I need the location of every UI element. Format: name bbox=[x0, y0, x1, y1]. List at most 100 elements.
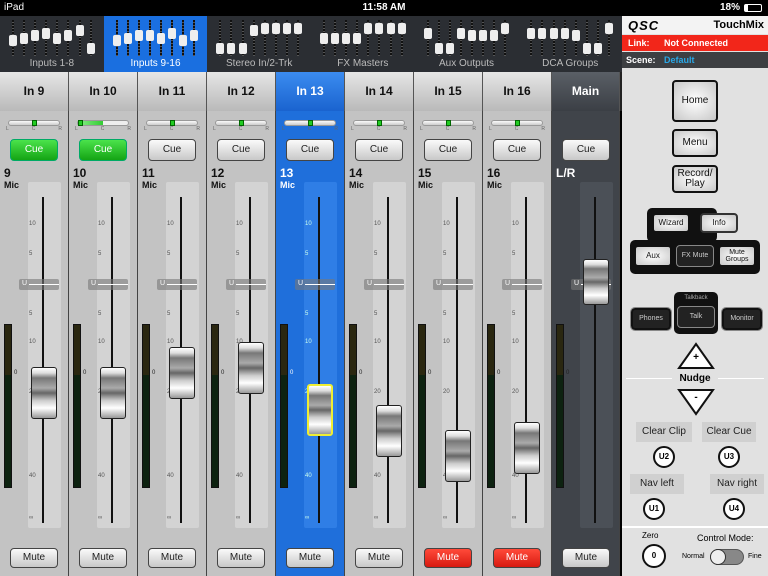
channel-header-in-11[interactable]: In 11 bbox=[138, 72, 207, 111]
scale-label: 40 bbox=[305, 473, 312, 479]
unity-marker: U bbox=[157, 279, 197, 290]
scale-label: 10 bbox=[443, 221, 450, 227]
home-button[interactable]: Home bbox=[672, 80, 718, 122]
fader-cap[interactable] bbox=[445, 430, 471, 482]
channel-number: 16 bbox=[487, 166, 501, 180]
u3-button[interactable]: U3 bbox=[718, 446, 740, 468]
channel-header-in-16[interactable]: In 16 bbox=[483, 72, 552, 111]
channel-number: L/R bbox=[556, 166, 576, 180]
tab-inputs-1-8[interactable]: Inputs 1-8 bbox=[0, 16, 104, 72]
fader-track bbox=[111, 197, 113, 523]
channel-strip: LCRCue11Mic1055102040∞U0Mute bbox=[138, 111, 207, 576]
scale-label: 40 bbox=[512, 473, 519, 479]
talk-button[interactable]: Talk bbox=[677, 306, 715, 328]
channel-strip: LCRCue9Mic1055102040∞U0Mute bbox=[0, 111, 69, 576]
scene-status[interactable]: Scene: Default bbox=[622, 52, 768, 68]
tab-dca-groups[interactable]: DCA Groups bbox=[518, 16, 622, 72]
menu-button[interactable]: Menu bbox=[672, 129, 718, 157]
tab-fx-masters[interactable]: FX Masters bbox=[311, 16, 415, 72]
cue-button[interactable]: Cue bbox=[493, 139, 541, 161]
scale-label: 5 bbox=[305, 311, 309, 317]
scale-label: ∞ bbox=[29, 515, 34, 521]
mute-button[interactable]: Mute bbox=[286, 548, 334, 568]
channel-header-main[interactable]: Main bbox=[552, 72, 620, 111]
mute-button[interactable]: Mute bbox=[562, 548, 610, 568]
channel-number: 14 bbox=[349, 166, 363, 180]
tab-inputs-9-16[interactable]: Inputs 9-16 bbox=[103, 16, 208, 72]
channel-header-in-10[interactable]: In 10 bbox=[69, 72, 138, 111]
aux-button[interactable]: Aux bbox=[634, 245, 672, 267]
scale-label: 10 bbox=[374, 339, 381, 345]
tab-stereo-in-2-trk[interactable]: Stereo In/2-Trk bbox=[207, 16, 311, 72]
scale-label: 5 bbox=[512, 251, 516, 257]
pan-label: R bbox=[265, 126, 269, 132]
pan-label: C bbox=[514, 126, 519, 132]
unity-label: U bbox=[91, 280, 97, 287]
fader-cap[interactable] bbox=[514, 421, 540, 474]
channel-headers: In 9 In 10 In 11 In 12 In 13 In 14 In 15 In 16 M… bbox=[0, 72, 622, 111]
monitor-button[interactable]: Monitor bbox=[721, 307, 763, 331]
channel-header-in-15[interactable]: In 15 bbox=[414, 72, 483, 111]
cue-button[interactable]: Cue bbox=[562, 139, 610, 161]
fader-cap[interactable] bbox=[100, 367, 126, 419]
cue-button[interactable]: Cue bbox=[217, 139, 265, 161]
zero-button[interactable]: 0 bbox=[642, 544, 666, 568]
channel-header-in-9[interactable]: In 9 bbox=[0, 72, 69, 111]
u1-button[interactable]: U1 bbox=[643, 498, 665, 520]
fader-cap[interactable] bbox=[583, 259, 609, 305]
channel-header-in-13[interactable]: In 13 bbox=[276, 72, 345, 111]
meter-zero-label: 0 bbox=[428, 370, 432, 376]
fader-cap[interactable] bbox=[376, 404, 402, 457]
mute-groups-button[interactable]: Mute Groups bbox=[718, 245, 756, 267]
u4-button[interactable]: U4 bbox=[723, 498, 745, 520]
pan-label: L bbox=[6, 126, 9, 132]
cue-button[interactable]: Cue bbox=[355, 139, 403, 161]
mini-faders-icon bbox=[216, 20, 302, 56]
mute-button[interactable]: Mute bbox=[148, 548, 196, 568]
fader-cap[interactable] bbox=[307, 383, 333, 436]
scale-label: 5 bbox=[167, 311, 171, 317]
cue-button[interactable]: Cue bbox=[286, 139, 334, 161]
pan-labels: LCR bbox=[420, 126, 476, 132]
cue-button[interactable]: Cue bbox=[424, 139, 472, 161]
scale-label: 5 bbox=[98, 311, 102, 317]
record-play-button[interactable]: Record/ Play bbox=[672, 165, 718, 193]
product-name: TouchMix bbox=[713, 19, 764, 31]
pan-labels: LCR bbox=[489, 126, 545, 132]
scale-label: 10 bbox=[374, 221, 381, 227]
scale-label: 5 bbox=[236, 311, 240, 317]
mute-button[interactable]: Mute bbox=[10, 548, 58, 568]
control-mode-toggle[interactable] bbox=[710, 549, 744, 565]
cue-button[interactable]: Cue bbox=[148, 139, 196, 161]
pan-label: L bbox=[213, 126, 216, 132]
channel-header-in-14[interactable]: In 14 bbox=[345, 72, 414, 111]
cue-button[interactable]: Cue bbox=[79, 139, 127, 161]
u2-button[interactable]: U2 bbox=[653, 446, 675, 468]
meter-zero-label: 0 bbox=[83, 370, 87, 376]
mute-button[interactable]: Mute bbox=[217, 548, 265, 568]
mute-button[interactable]: Mute bbox=[493, 548, 541, 568]
mute-button[interactable]: Mute bbox=[355, 548, 403, 568]
wizard-button[interactable]: Wizard bbox=[652, 213, 690, 233]
channel-header-in-12[interactable]: In 12 bbox=[207, 72, 276, 111]
mute-button[interactable]: Mute bbox=[79, 548, 127, 568]
mute-button[interactable]: Mute bbox=[424, 548, 472, 568]
nudge-down-button[interactable]: - bbox=[677, 388, 715, 416]
scale-label: 20 bbox=[443, 389, 450, 395]
nudge-up-button[interactable]: + bbox=[677, 342, 715, 370]
channel-strip: LCRCue15Mic1055102040∞U0Mute bbox=[414, 111, 483, 576]
cue-button[interactable]: Cue bbox=[10, 139, 58, 161]
fader-cap[interactable] bbox=[31, 367, 57, 419]
talkback-label: Talkback bbox=[684, 295, 708, 301]
fader-cap[interactable] bbox=[169, 347, 195, 399]
channel-strip: L C R Cue 14 Mic 10 5 5 10 20 40 ∞ U 0 Mute bbox=[345, 111, 414, 576]
pan-labels: LCR bbox=[282, 126, 338, 132]
fader-cap[interactable] bbox=[238, 342, 264, 394]
info-button[interactable]: Info bbox=[700, 213, 738, 233]
channel-source: Mic bbox=[211, 180, 227, 190]
tab-aux-outputs[interactable]: Aux Outputs bbox=[415, 16, 519, 72]
fx-mute-button[interactable]: FX Mute bbox=[676, 245, 714, 267]
phones-button[interactable]: Phones bbox=[630, 307, 672, 331]
scale-label: 40 bbox=[98, 473, 105, 479]
scale-label: 40 bbox=[236, 473, 243, 479]
